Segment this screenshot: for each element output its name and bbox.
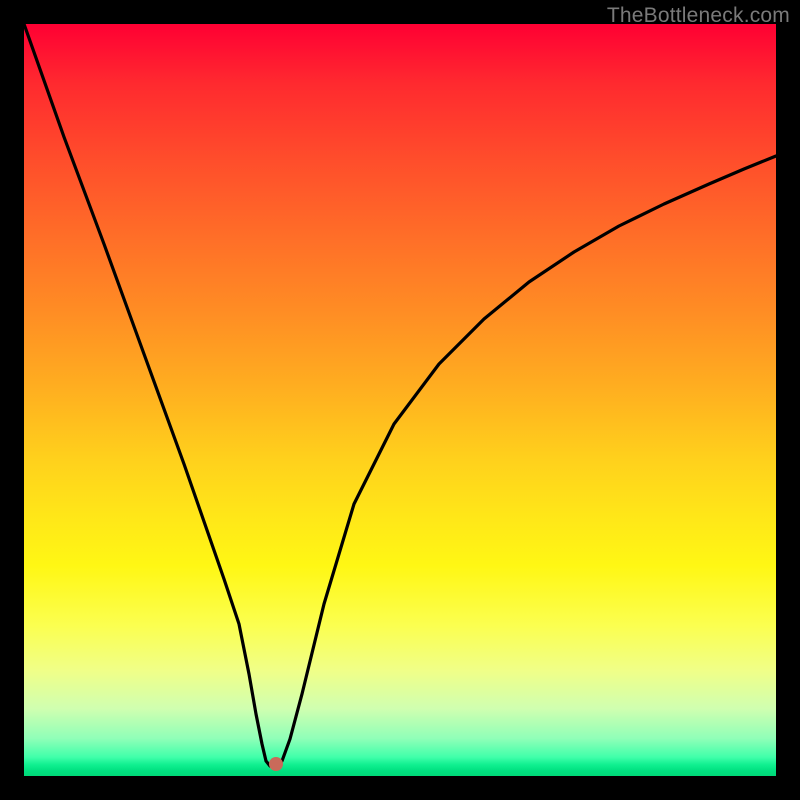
plot-area bbox=[24, 24, 776, 776]
optimum-marker bbox=[269, 757, 283, 771]
chart-container: TheBottleneck.com bbox=[0, 0, 800, 800]
chart-line bbox=[24, 24, 776, 776]
watermark-text: TheBottleneck.com bbox=[607, 4, 790, 28]
